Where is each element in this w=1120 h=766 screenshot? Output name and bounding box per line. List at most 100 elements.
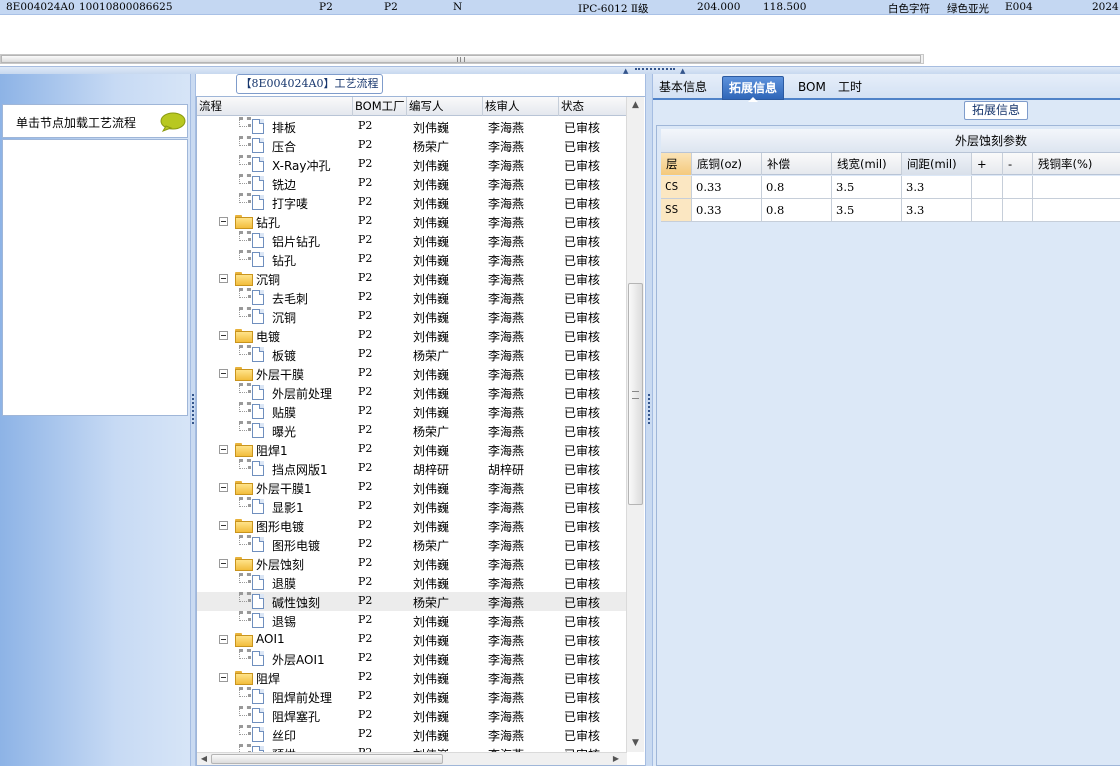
tree-row[interactable]: 外层蚀刻 P2 刘伟巍 李海燕 已审核 [197, 554, 627, 573]
collapse-up-icon[interactable]: ▲ [623, 67, 628, 75]
right-vertical-splitter[interactable] [645, 74, 653, 766]
collapse-toggle-icon[interactable] [219, 635, 228, 644]
param-col-compensation[interactable]: 补偿 [762, 153, 832, 175]
param-cell-line-width[interactable]: 3.5 [832, 176, 902, 198]
tree-row[interactable]: 板镀 P2 杨荣广 李海燕 已审核 [197, 345, 627, 364]
tree-row[interactable]: 外层干膜1 P2 刘伟巍 李海燕 已审核 [197, 478, 627, 497]
tree-row[interactable]: 阻焊1 P2 刘伟巍 李海燕 已审核 [197, 440, 627, 459]
tab-bom[interactable]: BOM [792, 76, 832, 100]
reviewer-cell: 李海燕 [488, 292, 525, 306]
collapse-toggle-icon[interactable] [219, 217, 228, 226]
tree-row[interactable]: 钻孔 P2 刘伟巍 李海燕 已审核 [197, 212, 627, 231]
tree-row[interactable]: 贴膜 P2 刘伟巍 李海燕 已审核 [197, 402, 627, 421]
tree-grid-vscrollbar[interactable]: ▲ ▼ [626, 97, 644, 752]
col-header-status[interactable]: 状态 [559, 97, 627, 116]
tab-work-hours[interactable]: 工时 [832, 76, 868, 100]
tree-row[interactable]: 铣边 P2 刘伟巍 李海燕 已审核 [197, 174, 627, 193]
tree-row[interactable]: 阻焊 P2 刘伟巍 李海燕 已审核 [197, 668, 627, 687]
tree-row[interactable]: 打字唛 P2 刘伟巍 李海燕 已审核 [197, 193, 627, 212]
tree-row[interactable]: 压合 P2 杨荣广 李海燕 已审核 [197, 136, 627, 155]
tab-basic-info[interactable]: 基本信息 [653, 76, 713, 100]
tree-row[interactable]: 挡点网版1 P2 胡梓研 胡梓研 已审核 [197, 459, 627, 478]
param-cell-line-width[interactable]: 3.5 [832, 199, 902, 221]
tree-row[interactable]: 曝光 P2 杨荣广 李海燕 已审核 [197, 421, 627, 440]
load-process-hint[interactable]: 单击节点加载工艺流程 [2, 104, 188, 138]
param-cell-minus[interactable] [1003, 199, 1033, 221]
col-header-writer[interactable]: 编写人 [407, 97, 483, 116]
param-col-base-copper[interactable]: 底铜(oz) [692, 153, 762, 175]
tree-row[interactable]: 图形电镀 P2 刘伟巍 李海燕 已审核 [197, 516, 627, 535]
param-cell-minus[interactable] [1003, 176, 1033, 198]
collapse-toggle-icon[interactable] [219, 445, 228, 454]
param-cell-compensation[interactable]: 0.8 [762, 176, 832, 198]
col-header-flow[interactable]: 流程 [197, 97, 353, 116]
param-col-layer[interactable]: 层 [661, 153, 692, 175]
tree-row[interactable]: 排板 P2 刘伟巍 李海燕 已审核 [197, 117, 627, 136]
col-header-bom-factory[interactable]: BOM工厂 [353, 97, 407, 116]
tree-row[interactable]: 退锡 P2 刘伟巍 李海燕 已审核 [197, 611, 627, 630]
param-cell-layer[interactable]: CS [661, 176, 692, 198]
tree-row[interactable]: 铝片钻孔 P2 刘伟巍 李海燕 已审核 [197, 231, 627, 250]
param-col-residual-copper[interactable]: 残铜率(%) [1033, 153, 1120, 175]
param-cell-spacing[interactable]: 3.3 [902, 199, 972, 221]
tree-row[interactable]: 预烘P2刘伟巍李海燕已审核 [197, 744, 627, 752]
param-cell-spacing[interactable]: 3.3 [902, 176, 972, 198]
horizontal-splitter[interactable]: ▲ ▲ [0, 66, 1120, 75]
param-col-plus[interactable]: + [972, 153, 1003, 175]
tree-row[interactable]: 图形电镀 P2 杨荣广 李海燕 已审核 [197, 535, 627, 554]
scroll-left-icon[interactable]: ◀ [197, 753, 211, 765]
tree-row[interactable]: 外层干膜 P2 刘伟巍 李海燕 已审核 [197, 364, 627, 383]
tree-row[interactable]: 电镀 P2 刘伟巍 李海燕 已审核 [197, 326, 627, 345]
tree-row[interactable]: 沉铜 P2 刘伟巍 李海燕 已审核 [197, 307, 627, 326]
collapse-toggle-icon[interactable] [219, 483, 228, 492]
tree-grid-hscrollbar[interactable]: ◀ ▶ [197, 752, 627, 765]
bom-factory-cell: P2 [358, 575, 373, 588]
param-cell-layer[interactable]: SS [661, 199, 692, 221]
tree-row[interactable]: X-Ray冲孔 P2 刘伟巍 李海燕 已审核 [197, 155, 627, 174]
scroll-right-icon[interactable]: ▶ [609, 753, 623, 765]
tree-grid-vscroll-thumb[interactable] [628, 283, 643, 505]
tree-row[interactable]: 沉铜 P2 刘伟巍 李海燕 已审核 [197, 269, 627, 288]
param-row[interactable]: SS 0.33 0.8 3.5 3.3 [661, 199, 1120, 222]
tree-row[interactable]: 退膜 P2 刘伟巍 李海燕 已审核 [197, 573, 627, 592]
collapse-toggle-icon[interactable] [219, 673, 228, 682]
tree-node-label: 钻孔 [272, 254, 297, 268]
tree-row[interactable]: 阻焊塞孔 P2 刘伟巍 李海燕 已审核 [197, 706, 627, 725]
record-list-hscrollbar[interactable] [0, 54, 924, 64]
bom-factory-cell: P2 [358, 727, 373, 740]
tree-row[interactable]: 丝印 P2 刘伟巍 李海燕 已审核 [197, 725, 627, 744]
collapse-toggle-icon[interactable] [219, 331, 228, 340]
tree-row[interactable]: 阻焊前处理 P2 刘伟巍 李海燕 已审核 [197, 687, 627, 706]
collapse-toggle-icon[interactable] [219, 559, 228, 568]
param-col-spacing[interactable]: 间距(mil) [902, 153, 972, 175]
collapse-toggle-icon[interactable] [219, 274, 228, 283]
tree-row[interactable]: 显影1 P2 刘伟巍 李海燕 已审核 [197, 497, 627, 516]
scroll-down-icon[interactable]: ▼ [627, 735, 644, 752]
selected-record-row[interactable]: 8E004024A0 10010800086625 P2 P2 N IPC-60… [0, 0, 1120, 15]
param-cell-compensation[interactable]: 0.8 [762, 199, 832, 221]
param-cell-residual-copper[interactable] [1033, 176, 1120, 198]
collapse-toggle-icon[interactable] [219, 369, 228, 378]
tree-row[interactable]: 外层AOI1 P2 刘伟巍 李海燕 已审核 [197, 649, 627, 668]
col-header-reviewer[interactable]: 核审人 [483, 97, 559, 116]
param-cell-base-copper[interactable]: 0.33 [692, 176, 762, 198]
scroll-up-icon[interactable]: ▲ [627, 97, 644, 114]
tree-grid-hscroll-thumb[interactable] [211, 754, 443, 764]
param-cell-plus[interactable] [972, 199, 1003, 221]
param-cell-residual-copper[interactable] [1033, 199, 1120, 221]
tree-row[interactable]: AOI1 P2 刘伟巍 李海燕 已审核 [197, 630, 627, 649]
record-list-hscroll-thumb[interactable] [1, 55, 921, 63]
param-cell-base-copper[interactable]: 0.33 [692, 199, 762, 221]
tree-row[interactable]: 钻孔 P2 刘伟巍 李海燕 已审核 [197, 250, 627, 269]
tree-row[interactable]: 外层前处理 P2 刘伟巍 李海燕 已审核 [197, 383, 627, 402]
param-col-minus[interactable]: - [1003, 153, 1033, 175]
collapse-toggle-icon[interactable] [219, 521, 228, 530]
reviewer-cell: 李海燕 [488, 273, 525, 287]
tree-node-label: X-Ray冲孔 [272, 159, 331, 173]
param-col-line-width[interactable]: 线宽(mil) [832, 153, 902, 175]
param-row[interactable]: CS 0.33 0.8 3.5 3.3 [661, 176, 1120, 199]
tree-row[interactable]: 碱性蚀刻 P2 杨荣广 李海燕 已审核 [197, 592, 627, 611]
tree-row[interactable]: 去毛刺 P2 刘伟巍 李海燕 已审核 [197, 288, 627, 307]
param-cell-plus[interactable] [972, 176, 1003, 198]
tab-extended-info[interactable]: 拓展信息 [722, 76, 785, 102]
